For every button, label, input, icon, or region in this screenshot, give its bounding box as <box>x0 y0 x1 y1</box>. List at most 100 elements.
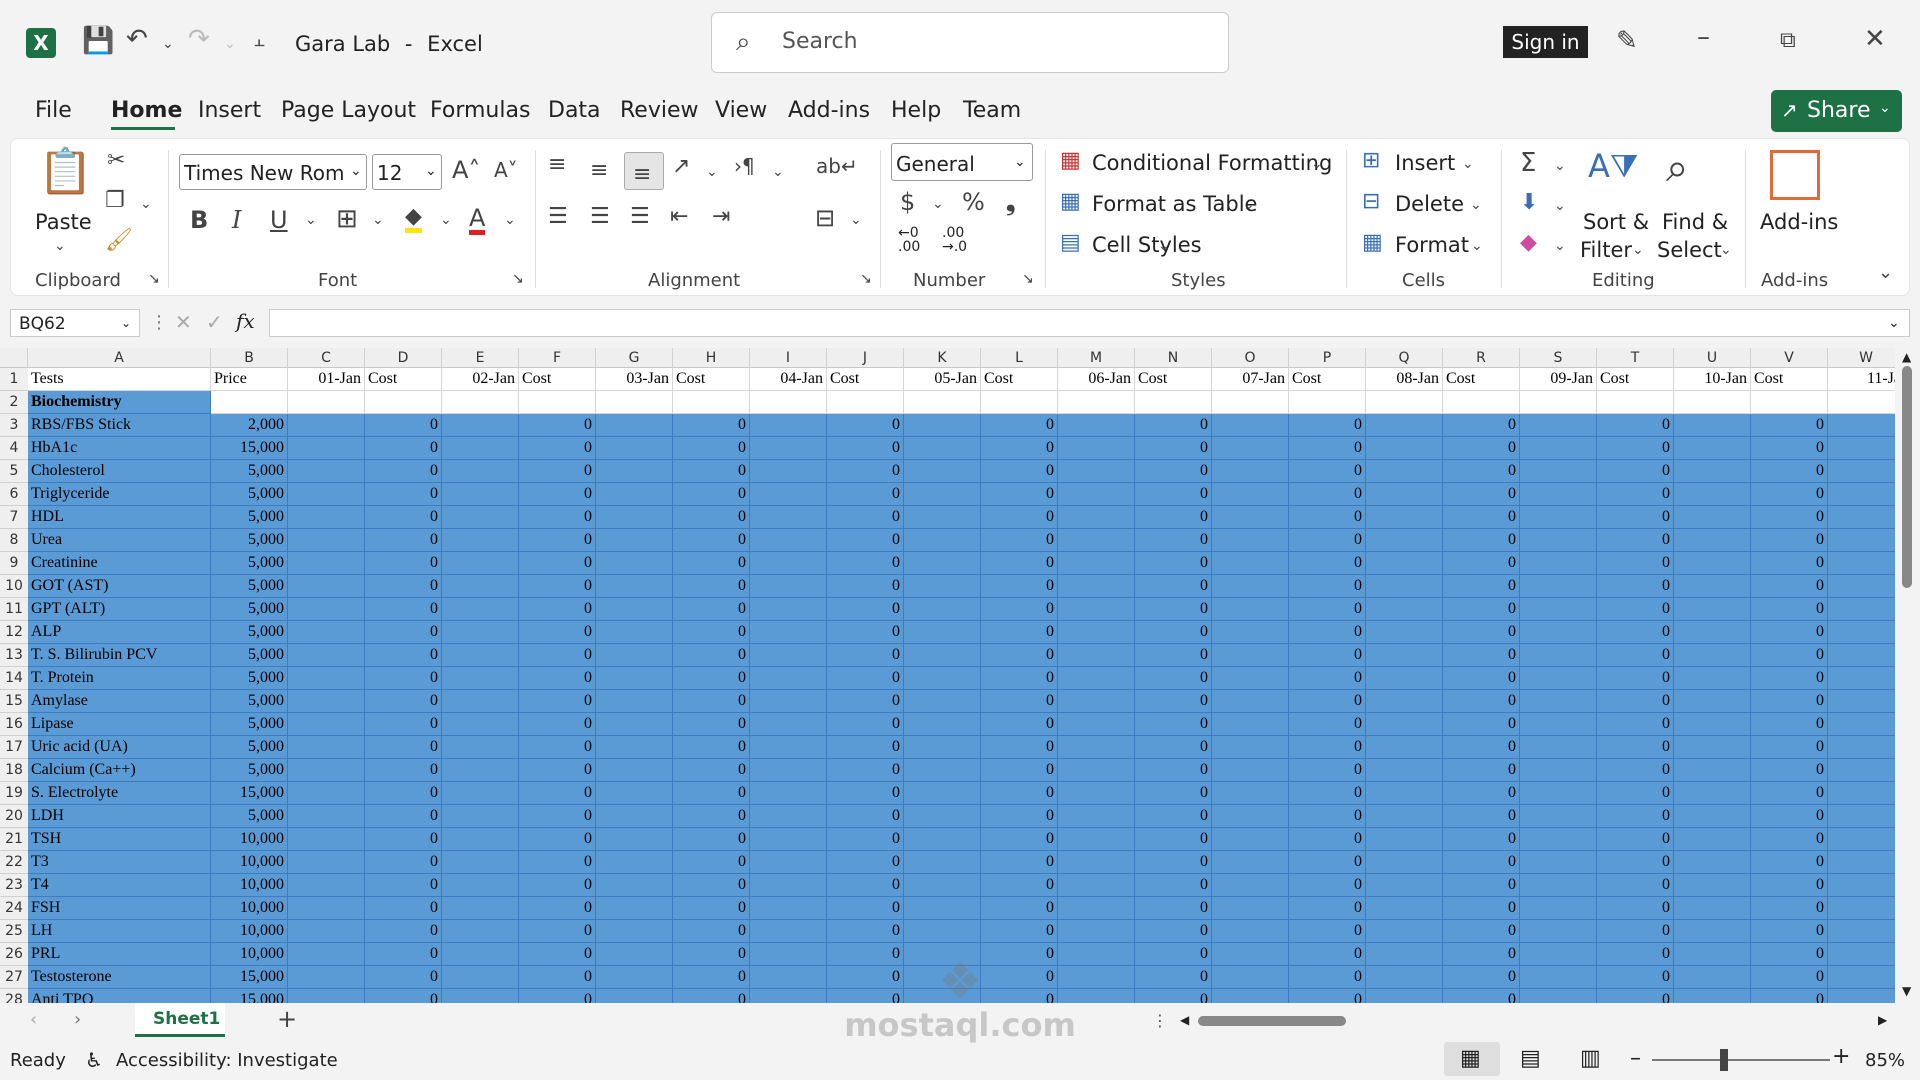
cell-date-count[interactable] <box>1674 989 1751 1003</box>
cell-date-count[interactable] <box>750 529 827 552</box>
cell-date-count[interactable] <box>288 943 365 966</box>
enter-icon[interactable]: ✓ <box>206 310 223 334</box>
cell-cost[interactable]: 0 <box>519 552 596 575</box>
cell-test-name[interactable]: PRL <box>28 943 211 966</box>
save-icon[interactable]: 💾 <box>82 26 114 56</box>
number-launcher-icon[interactable]: ↘ <box>1022 272 1034 286</box>
cell-date-count[interactable] <box>596 851 673 874</box>
cell-cost[interactable]: 0 <box>1751 483 1828 506</box>
cell-cost[interactable]: 0 <box>1443 414 1520 437</box>
cell-cost[interactable]: 0 <box>1597 713 1674 736</box>
format-painter-icon[interactable]: 🖌 <box>105 230 133 252</box>
cell-cost[interactable]: 0 <box>1597 598 1674 621</box>
cell-test-name[interactable]: RBS/FBS Stick <box>28 414 211 437</box>
tab-insert[interactable]: Insert <box>198 98 261 123</box>
clear-dropdown-icon[interactable]: ⌄ <box>1554 238 1566 254</box>
clipboard-launcher-icon[interactable]: ↘ <box>148 272 160 286</box>
cell-cost[interactable]: 0 <box>1597 851 1674 874</box>
cell-test-name[interactable]: Uric acid (UA) <box>28 736 211 759</box>
cell-date-count[interactable] <box>288 483 365 506</box>
fill-icon[interactable]: ⬇ <box>1520 192 1538 214</box>
cell-date-count[interactable] <box>442 897 519 920</box>
column-header[interactable]: J <box>827 348 904 368</box>
cell-date-count[interactable] <box>288 897 365 920</box>
cell-date-count[interactable] <box>1828 690 1895 713</box>
cell-cost[interactable]: 0 <box>981 805 1058 828</box>
cell-date-count[interactable] <box>750 690 827 713</box>
cell-price[interactable]: 5,000 <box>211 713 288 736</box>
cell-date-count[interactable] <box>596 644 673 667</box>
cell-cost[interactable]: 0 <box>1751 920 1828 943</box>
cell-date-count[interactable] <box>1212 598 1289 621</box>
name-box[interactable]: BQ62 ⌄ <box>10 309 140 337</box>
cell-date-count[interactable] <box>1520 621 1597 644</box>
cell-date-count[interactable] <box>1674 575 1751 598</box>
row-header[interactable]: 15 <box>0 690 28 713</box>
cell-date-count[interactable] <box>442 644 519 667</box>
cell-date-count[interactable] <box>1828 460 1895 483</box>
row-header[interactable]: 2 <box>0 391 28 414</box>
cell-cost[interactable]: 0 <box>827 690 904 713</box>
insert-cells-button[interactable]: Insert <box>1395 151 1455 175</box>
cell-cost[interactable]: 0 <box>365 529 442 552</box>
cell-date-count[interactable] <box>596 437 673 460</box>
sheet-tab-sheet1[interactable]: Sheet1 <box>135 1003 225 1037</box>
cell-cost[interactable]: 0 <box>1751 575 1828 598</box>
cell-test-name[interactable]: FSH <box>28 897 211 920</box>
scroll-right-icon[interactable]: ▶ <box>1878 1013 1887 1027</box>
cell-date-count[interactable] <box>1828 989 1895 1003</box>
cell-date-count[interactable] <box>750 966 827 989</box>
cell-cost[interactable]: 0 <box>1443 483 1520 506</box>
row-header[interactable]: 20 <box>0 805 28 828</box>
cell-date-count[interactable] <box>442 414 519 437</box>
sort-filter-icon[interactable]: A⧩ <box>1588 150 1638 182</box>
cell-cost[interactable]: 0 <box>1443 598 1520 621</box>
cell-date-count[interactable] <box>1212 667 1289 690</box>
cell-date-count[interactable] <box>750 943 827 966</box>
search-box[interactable]: ⌕ Search <box>711 12 1229 73</box>
clear-icon[interactable]: ◆ <box>1520 232 1537 254</box>
cell-cost[interactable]: 0 <box>1443 759 1520 782</box>
font-size-select[interactable]: 12 ⌄ <box>372 154 442 190</box>
spreadsheet-grid[interactable]: ABCDEFGHIJKLMNOPQRSTUVW 1 Tests Price 01-Ja… <box>0 348 1895 1003</box>
cell-cost[interactable]: 0 <box>519 414 596 437</box>
scroll-up-icon[interactable]: ▲ <box>1902 350 1911 364</box>
cell-date-count[interactable] <box>442 759 519 782</box>
cell-date-count[interactable] <box>904 690 981 713</box>
format-as-table-dropdown-icon[interactable]: ⌄ <box>1243 197 1255 213</box>
cell-date-count[interactable] <box>288 552 365 575</box>
cell-cost[interactable]: 0 <box>1597 966 1674 989</box>
cell-cost[interactable]: 0 <box>365 828 442 851</box>
table-cell[interactable] <box>1058 391 1135 414</box>
tab-data[interactable]: Data <box>548 98 601 123</box>
row-header[interactable]: 17 <box>0 736 28 759</box>
cell-price[interactable]: 5,000 <box>211 621 288 644</box>
cell-cost[interactable]: 0 <box>519 713 596 736</box>
cell-date-count[interactable] <box>750 759 827 782</box>
cell-date-count[interactable] <box>1828 759 1895 782</box>
column-header[interactable]: C <box>288 348 365 368</box>
cell-date-count[interactable] <box>1520 966 1597 989</box>
cell-date-count[interactable] <box>750 897 827 920</box>
cell-header-cost[interactable]: Cost <box>981 368 1058 391</box>
cell-date-count[interactable] <box>904 713 981 736</box>
cell-date-count[interactable] <box>1366 598 1443 621</box>
cell-date-count[interactable] <box>442 851 519 874</box>
cell-date-count[interactable] <box>1058 437 1135 460</box>
cell-date-count[interactable] <box>288 805 365 828</box>
cell-date-count[interactable] <box>1828 437 1895 460</box>
cell-cost[interactable]: 0 <box>519 759 596 782</box>
cell-cost[interactable]: 0 <box>1135 805 1212 828</box>
align-left-icon[interactable]: ☰ <box>548 206 568 228</box>
cell-date-count[interactable] <box>288 874 365 897</box>
cell-date-count[interactable] <box>442 437 519 460</box>
cell-date-count[interactable] <box>1212 782 1289 805</box>
cell-styles-button[interactable]: Cell Styles <box>1092 233 1202 257</box>
cell-date-count[interactable] <box>1828 805 1895 828</box>
row-header[interactable]: 14 <box>0 667 28 690</box>
cell-date-count[interactable] <box>288 460 365 483</box>
increase-font-icon[interactable]: A˄ <box>452 158 480 182</box>
cell-cost[interactable]: 0 <box>981 851 1058 874</box>
cell-cost[interactable]: 0 <box>673 483 750 506</box>
delete-cells-icon[interactable]: ⊟ <box>1362 191 1380 213</box>
